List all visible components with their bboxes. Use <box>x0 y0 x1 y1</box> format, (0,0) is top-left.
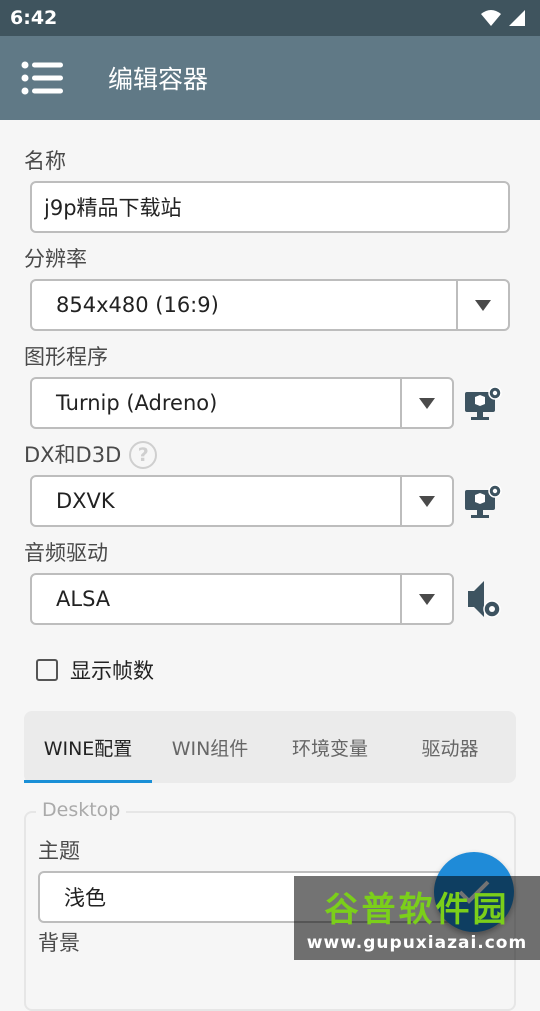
show-fps-checkbox[interactable] <box>36 659 58 681</box>
audio-value: ALSA <box>56 587 111 611</box>
tab-bar: WINE配置 WIN组件 环境变量 驱动器 <box>24 711 516 783</box>
audio-select[interactable]: ALSA <box>30 573 454 625</box>
status-time: 6:42 <box>10 7 58 29</box>
menu-button[interactable] <box>0 36 84 120</box>
signal-icon <box>509 10 525 26</box>
desktop-group-legend: Desktop <box>36 799 127 821</box>
chevron-down-icon <box>419 495 435 507</box>
graphics-row: Turnip (Adreno) <box>30 377 516 429</box>
chevron-down-icon <box>419 593 435 605</box>
resolution-label: 分辨率 <box>24 247 87 271</box>
monitor-gear-icon <box>465 484 502 518</box>
monitor-gear-icon <box>465 386 502 420</box>
name-label: 名称 <box>24 149 66 173</box>
watermark-logo: 谷普软件园 <box>324 890 510 930</box>
audio-row: ALSA <box>30 573 516 625</box>
theme-label: 主题 <box>38 839 80 863</box>
graphics-label: 图形程序 <box>24 345 108 369</box>
show-fps-label: 显示帧数 <box>70 659 154 683</box>
graphics-dropdown-arrow[interactable] <box>400 379 452 427</box>
tab-environment-variables[interactable]: 环境变量 <box>268 711 392 783</box>
help-icon[interactable]: ? <box>129 441 158 469</box>
tab-win-components[interactable]: WIN组件 <box>152 711 268 783</box>
resolution-select[interactable]: 854x480 (16:9) <box>30 279 510 331</box>
app-bar: 编辑容器 <box>0 36 540 120</box>
dx-value: DXVK <box>56 489 115 513</box>
dx-row: DXVK <box>30 475 516 527</box>
tab-wine-config[interactable]: WINE配置 <box>24 711 152 783</box>
chevron-down-icon <box>475 299 491 311</box>
dx-dropdown-arrow[interactable] <box>400 477 452 525</box>
resolution-row: 854x480 (16:9) <box>30 279 516 331</box>
dx-select[interactable]: DXVK <box>30 475 454 527</box>
status-icons <box>480 9 526 27</box>
dx-settings-button[interactable] <box>454 475 514 527</box>
tab-drives[interactable]: 驱动器 <box>392 711 508 783</box>
watermark-url: www.gupuxiazai.com <box>306 933 528 953</box>
audio-settings-button[interactable] <box>454 573 514 625</box>
audio-dropdown-arrow[interactable] <box>400 575 452 623</box>
resolution-value: 854x480 (16:9) <box>56 293 219 317</box>
page-title: 编辑容器 <box>108 65 209 94</box>
list-menu-icon <box>21 61 63 95</box>
name-field[interactable] <box>30 181 510 233</box>
speaker-gear-icon <box>468 581 501 618</box>
show-fps-toggle[interactable]: 显示帧数 <box>36 645 516 695</box>
resolution-dropdown-arrow[interactable] <box>456 281 508 329</box>
status-bar: 6:42 <box>0 0 540 36</box>
wifi-icon <box>481 10 501 26</box>
graphics-select[interactable]: Turnip (Adreno) <box>30 377 454 429</box>
watermark: 谷普软件园 www.gupuxiazai.com <box>294 876 540 960</box>
chevron-down-icon <box>419 397 435 409</box>
graphics-value: Turnip (Adreno) <box>56 391 218 415</box>
graphics-settings-button[interactable] <box>454 377 514 429</box>
dx-label: DX和D3D <box>24 443 122 467</box>
audio-label: 音频驱动 <box>24 541 108 565</box>
dx-label-row: DX和D3D ? <box>24 439 516 471</box>
